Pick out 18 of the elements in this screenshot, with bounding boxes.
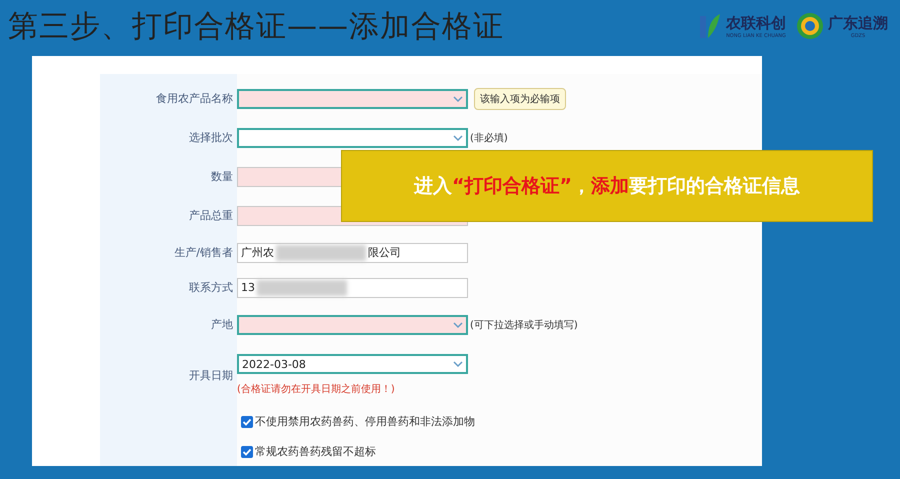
field-label: 食用农产品名称 <box>155 91 234 106</box>
field-label: 数量 <box>210 169 234 184</box>
slide-title: 第三步、打印合格证——添加合格证 <box>8 8 505 46</box>
field-label: 联系方式 <box>188 280 234 295</box>
field-label: 产地 <box>210 317 234 332</box>
logo-name: 农联科创 <box>726 14 786 32</box>
field-hint: (可下拉选择或手动填写) <box>470 318 578 332</box>
checkbox-label: 不使用禁用农药兽药、停用兽药和非法添加物 <box>255 414 475 429</box>
field-hint: (非必填) <box>470 132 508 144</box>
callout-text: 进入“打印合格证”，添加要打印的合格证信息 <box>414 174 800 199</box>
logo-name: 广东追溯 <box>828 14 888 32</box>
field-label: 选择批次 <box>188 130 234 145</box>
validation-tooltip: 该输入项为必输项 <box>474 88 566 110</box>
checkbox-label: 常规农药兽药残留不超标 <box>255 444 376 459</box>
field-label: 产品总重 <box>188 208 234 223</box>
warning-note: (合格证请勿在开具日期之前使用！) <box>237 382 396 396</box>
field-label: 开具日期 <box>188 368 234 382</box>
field-label: 生产/销售者 <box>173 245 234 260</box>
